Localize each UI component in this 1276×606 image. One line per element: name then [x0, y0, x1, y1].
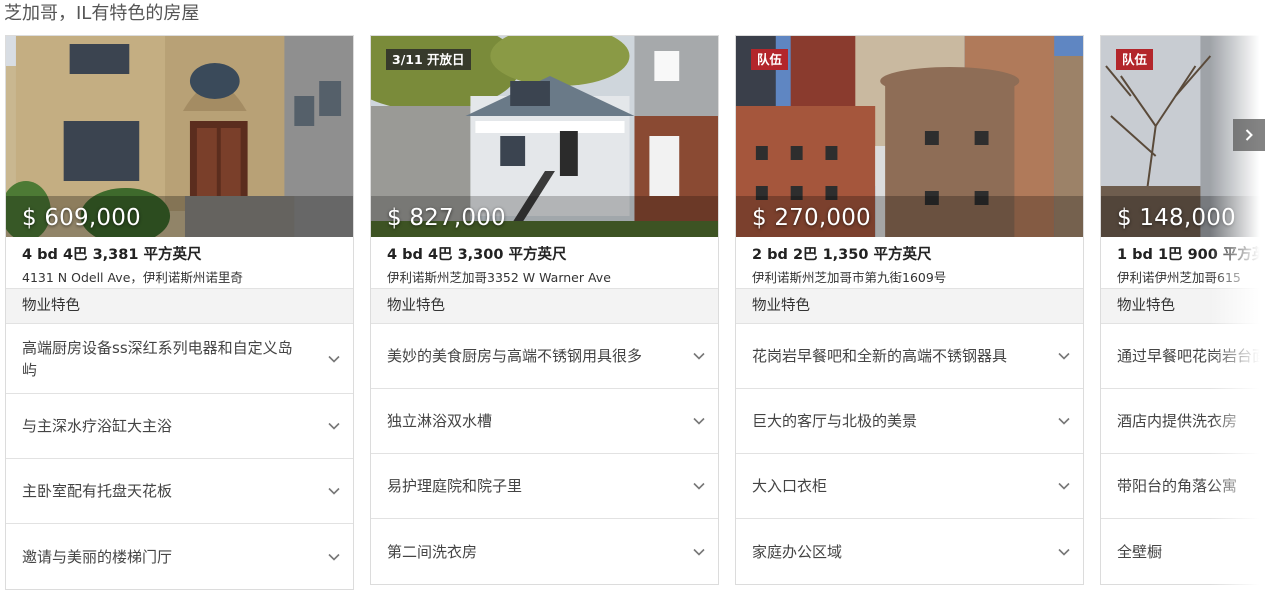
listing-price: $ 827,000 — [387, 205, 506, 231]
chevron-down-icon — [328, 487, 340, 495]
feature-text: 第二间洗衣房 — [387, 542, 478, 561]
listing-address[interactable]: 伊利诺斯州芝加哥市第九街1609号 — [752, 268, 1067, 288]
chevron-down-icon — [328, 422, 340, 430]
listing-specs: 4 bd 4巴 3,300 平方英尺 — [387, 247, 567, 263]
feature-row[interactable]: 全壁橱 — [1101, 519, 1276, 584]
property-features-heading: 物业特色 — [1101, 289, 1276, 324]
chevron-down-icon — [693, 417, 705, 425]
feature-row[interactable]: 通过早餐吧花岗岩台面 — [1101, 324, 1276, 389]
feature-text: 大入口衣柜 — [752, 477, 828, 495]
open-house-badge: 3/11 开放日 — [386, 49, 471, 70]
feature-row[interactable]: 邀请与美丽的楼梯门厅 — [6, 524, 353, 589]
listing-specs: 2 bd 2巴 1,350 平方英尺 — [752, 247, 932, 263]
chevron-down-icon — [328, 355, 340, 363]
carousel-next-button[interactable] — [1233, 119, 1265, 151]
listing-facts: 2 bd 2巴 1,350 平方英尺 伊利诺斯州芝加哥市第九街1609号 — [736, 237, 1083, 289]
feature-row[interactable]: 独立淋浴双水槽 — [371, 389, 718, 454]
chevron-down-icon — [1058, 417, 1070, 425]
feature-text: 独立淋浴双水槽 — [387, 412, 493, 430]
feature-text: 邀请与美丽的楼梯门厅 — [22, 547, 173, 566]
listing-price: $ 270,000 — [752, 205, 871, 231]
feature-row[interactable]: 高端厨房设备ss深红系列电器和自定义岛屿 — [6, 324, 353, 394]
listing-price: $ 609,000 — [22, 205, 141, 231]
listing-specs: 1 bd 1巴 900 平方英尺 — [1117, 247, 1276, 263]
listing-address[interactable]: 伊利诺伊州芝加哥615 — [1117, 268, 1276, 288]
feature-row[interactable]: 带阳台的角落公寓 — [1101, 454, 1276, 519]
listing-card[interactable]: $ 609,000 4 bd 4巴 3,381 平方英尺 4131 N Odel… — [5, 35, 354, 590]
status-badge: 队伍 — [1116, 49, 1154, 70]
property-features-heading: 物业特色 — [6, 289, 353, 324]
feature-row[interactable]: 酒店内提供洗衣房 — [1101, 389, 1276, 454]
listing-card[interactable]: 队伍 $ 148,000 1 bd 1巴 900 平方英尺 伊利诺伊州芝加哥61… — [1100, 35, 1276, 585]
feature-text: 酒店内提供洗衣房 — [1117, 412, 1238, 430]
feature-text: 与主深水疗浴缸大主浴 — [22, 417, 173, 435]
chevron-down-icon — [1058, 482, 1070, 490]
chevron-down-icon — [328, 553, 340, 561]
chevron-down-icon — [1058, 548, 1070, 556]
feature-text: 带阳台的角落公寓 — [1117, 477, 1238, 495]
property-features-heading: 物业特色 — [371, 289, 718, 324]
feature-text: 通过早餐吧花岗岩台面 — [1117, 347, 1268, 365]
listing-card[interactable]: 3/11 开放日 $ 827,000 4 bd 4巴 3,300 平方英尺 伊利… — [370, 35, 719, 585]
feature-text: 主卧室配有托盘天花板 — [22, 482, 173, 500]
chevron-down-icon — [693, 482, 705, 490]
listing-facts: 4 bd 4巴 3,381 平方英尺 4131 N Odell Ave，伊利诺斯… — [6, 237, 353, 289]
feature-row[interactable]: 主卧室配有托盘天花板 — [6, 459, 353, 524]
chevron-down-icon — [1058, 352, 1070, 360]
listing-photo[interactable]: $ 609,000 — [6, 36, 353, 237]
feature-text: 全壁橱 — [1117, 542, 1163, 561]
listing-address[interactable]: 4131 N Odell Ave，伊利诺斯州诺里奇 — [22, 268, 337, 288]
feature-text: 易护理庭院和院子里 — [387, 477, 523, 495]
property-features-heading: 物业特色 — [736, 289, 1083, 324]
listing-photo[interactable]: 3/11 开放日 $ 827,000 — [371, 36, 718, 237]
listing-facts: 1 bd 1巴 900 平方英尺 伊利诺伊州芝加哥615 — [1101, 237, 1276, 289]
featured-homes-carousel: $ 609,000 4 bd 4巴 3,381 平方英尺 4131 N Odel… — [5, 35, 1276, 606]
listing-facts: 4 bd 4巴 3,300 平方英尺 伊利诺斯州芝加哥3352 W Warner… — [371, 237, 718, 289]
feature-row[interactable]: 第二间洗衣房 — [371, 519, 718, 584]
feature-text: 花岗岩早餐吧和全新的高端不锈钢器具 — [752, 347, 1008, 365]
listing-price: $ 148,000 — [1117, 205, 1236, 231]
feature-row[interactable]: 大入口衣柜 — [736, 454, 1083, 519]
feature-row[interactable]: 家庭办公区域 — [736, 519, 1083, 584]
feature-row[interactable]: 花岗岩早餐吧和全新的高端不锈钢器具 — [736, 324, 1083, 389]
listing-photo[interactable]: 队伍 $ 270,000 — [736, 36, 1083, 237]
chevron-right-icon — [1245, 129, 1253, 141]
feature-row[interactable]: 巨大的客厅与北极的美景 — [736, 389, 1083, 454]
listing-card[interactable]: 队伍 $ 270,000 2 bd 2巴 1,350 平方英尺 伊利诺斯州芝加哥… — [735, 35, 1084, 585]
chevron-down-icon — [693, 352, 705, 360]
feature-text: 巨大的客厅与北极的美景 — [752, 412, 918, 430]
listing-address[interactable]: 伊利诺斯州芝加哥3352 W Warner Ave — [387, 268, 702, 288]
listing-specs: 4 bd 4巴 3,381 平方英尺 — [22, 247, 202, 263]
feature-text: 高端厨房设备ss深红系列电器和自定义岛屿 — [22, 338, 293, 379]
page-title: 芝加哥，IL有特色的房屋 — [4, 3, 200, 24]
feature-row[interactable]: 美妙的美食厨房与高端不锈钢用具很多 — [371, 324, 718, 389]
feature-row[interactable]: 与主深水疗浴缸大主浴 — [6, 394, 353, 459]
status-badge: 队伍 — [751, 49, 789, 70]
feature-text: 家庭办公区域 — [752, 542, 843, 561]
feature-row[interactable]: 易护理庭院和院子里 — [371, 454, 718, 519]
feature-text: 美妙的美食厨房与高端不锈钢用具很多 — [387, 347, 643, 365]
chevron-down-icon — [693, 548, 705, 556]
